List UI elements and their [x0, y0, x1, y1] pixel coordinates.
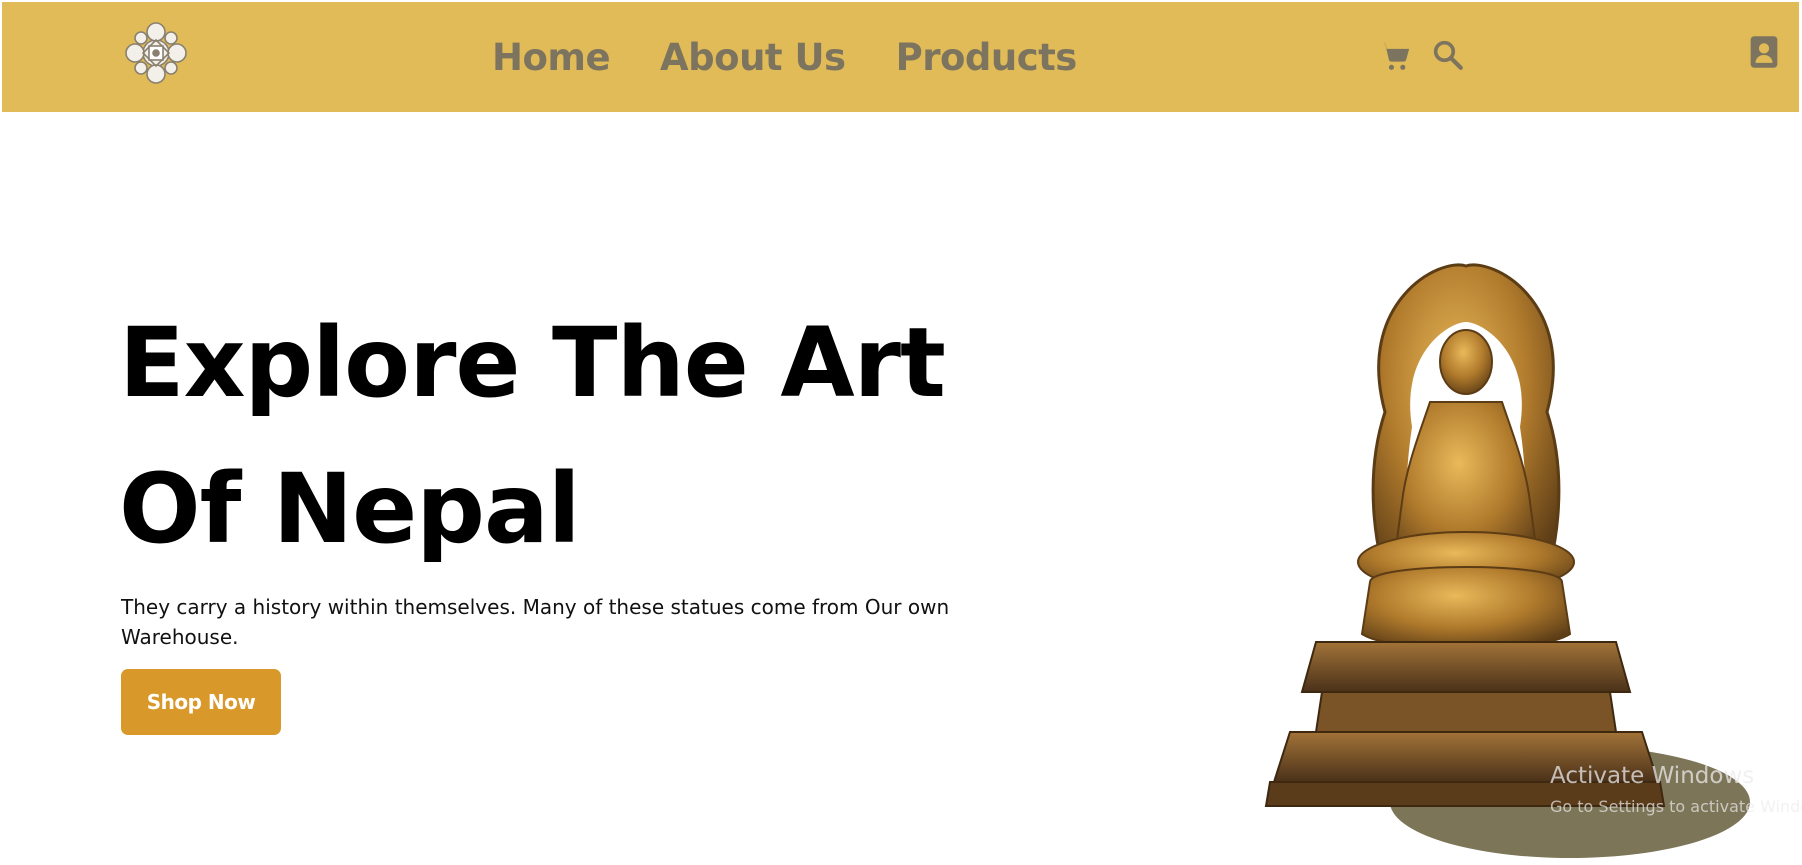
- hero-subtitle: They carry a history within themselves. …: [121, 595, 950, 649]
- nav-about-us-link[interactable]: About Us: [660, 36, 846, 79]
- mandala-logo-icon[interactable]: [121, 18, 191, 88]
- top-navbar: Home About Us Products: [2, 2, 1799, 112]
- hero-title-line-2: Of Nepal: [119, 453, 581, 565]
- hero-title: Explore The Art Of Nepal: [119, 290, 959, 582]
- main-navigation: Home About Us Products: [492, 32, 1077, 82]
- hero-title-line-1: Explore The Art: [119, 307, 946, 419]
- cart-icon[interactable]: [1378, 39, 1412, 73]
- shop-now-button[interactable]: Shop Now: [121, 669, 281, 735]
- account-icon[interactable]: [1749, 35, 1779, 69]
- nav-home-link[interactable]: Home: [492, 36, 611, 79]
- search-icon[interactable]: [1431, 38, 1465, 72]
- nav-products-link[interactable]: Products: [896, 36, 1078, 79]
- buddha-statue-image: [1264, 263, 1750, 858]
